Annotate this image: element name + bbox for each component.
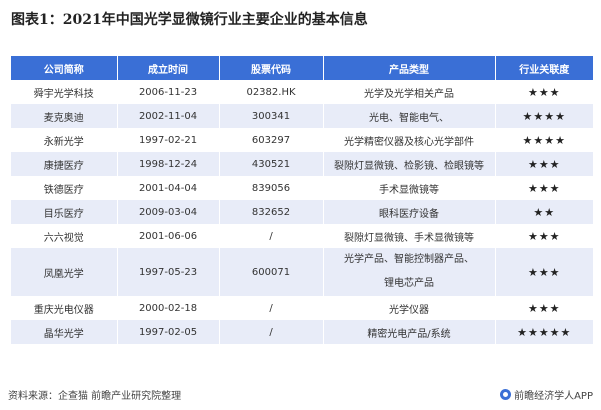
cell-founded: 2002-11-04 (117, 104, 220, 128)
cell-company: 康捷医疗 (11, 152, 118, 176)
cell-company: 六六视觉 (11, 224, 118, 248)
cell-relevance: ★★★★★ (495, 320, 593, 344)
cell-founded: 2009-03-04 (117, 200, 220, 224)
cell-relevance: ★★★★ (495, 104, 593, 128)
cell-product-type: 手术显微镜等 (323, 176, 496, 200)
cell-founded: 2001-04-04 (117, 176, 220, 200)
cell-product-type: 光学及光学相关产品 (323, 80, 496, 104)
table-row: 六六视觉 2001-06-06/裂隙灯显微镜、手术显微镜等 ★★★ (11, 224, 593, 248)
cell-company: 晶华光学 (11, 320, 118, 344)
cell-product-type: 光电、智能电气、 (323, 104, 496, 128)
cell-product-type: 裂隙灯显微镜、检影镜、检眼镜等 (323, 152, 496, 176)
table-row: 舜宇光学科技 2006-11-23 02382.HK 光学及光学相关产品 ★★★ (11, 80, 593, 104)
cell-stock-code: 839056 (219, 176, 324, 200)
table-header-row: 公司简称 成立时间 股票代码 产品类型 行业关联度 (11, 56, 593, 80)
cell-company: 重庆光电仪器 (11, 296, 118, 320)
header-stock-code: 股票代码 (219, 56, 324, 80)
cell-stock-code: 430521 (219, 152, 324, 176)
cell-founded: 2000-02-18 (117, 296, 220, 320)
cell-product-type: 眼科医疗设备 (323, 200, 496, 224)
brand-name: 前瞻经济学人APP (514, 391, 593, 402)
cell-founded: 1997-02-05 (117, 320, 220, 344)
brand: 前瞻经济学人APP (500, 387, 593, 402)
cell-stock-code: / (219, 296, 324, 320)
cell-relevance: ★★★ (495, 248, 593, 296)
cell-relevance: ★★★ (495, 296, 593, 320)
header-relevance: 行业关联度 (495, 56, 593, 80)
cell-product-type: 裂隙灯显微镜、手术显微镜等 (323, 224, 496, 248)
table-row: 麦克奥迪 2002-11-04 300341 光电、智能电气、 ★★★★ (11, 104, 593, 128)
brand-logo-icon (500, 389, 512, 400)
cell-founded: 2001-06-06 (117, 224, 220, 248)
header-product-type: 产品类型 (323, 56, 496, 80)
cell-company: 永新光学 (11, 128, 118, 152)
table-row: 康捷医疗 1998-12-24 430521 裂隙灯显微镜、检影镜、检眼镜等 ★★★ (11, 152, 593, 176)
table-row: 目乐医疗 2009-03-04 832652 眼科医疗设备 ★★ (11, 200, 593, 224)
cell-relevance: ★★★ (495, 224, 593, 248)
table-row: 永新光学 1997-02-21 603297 光学精密仪器及核心光学部件 ★★★★ (11, 128, 593, 152)
cell-founded: 1997-02-21 (117, 128, 220, 152)
header-founded: 成立时间 (117, 56, 220, 80)
header-company: 公司简称 (11, 56, 118, 80)
cell-relevance: ★★★★ (495, 128, 593, 152)
cell-product-type: 光学产品、智能控制器产品、 锂电芯产品 (323, 248, 496, 296)
product-line-2: 锂电芯产品 (384, 278, 434, 289)
chart-title: 图表1：2021年中国光学显微镜行业主要企业的基本信息 (11, 12, 368, 28)
cell-company: 凤凰光学 (11, 248, 118, 296)
cell-stock-code: / (219, 224, 324, 248)
cell-company: 舜宇光学科技 (11, 80, 118, 104)
cell-relevance: ★★★ (495, 152, 593, 176)
cell-product-type: 精密光电产品/系统 (323, 320, 496, 344)
table-row: 重庆光电仪器 2000-02-18/光学仪器 ★★★ (11, 296, 593, 320)
cell-stock-code: 603297 (219, 128, 324, 152)
cell-stock-code: 300341 (219, 104, 324, 128)
table-row: 铁德医疗 2001-04-04 839056 手术显微镜等 ★★★ (11, 176, 593, 200)
cell-product-type: 光学精密仪器及核心光学部件 (323, 128, 496, 152)
cell-product-type: 光学仪器 (323, 296, 496, 320)
cell-company: 目乐医疗 (11, 200, 118, 224)
cell-relevance: ★★★ (495, 80, 593, 104)
cell-founded: 1997-05-23 (117, 248, 220, 296)
company-table: 公司简称 成立时间 股票代码 产品类型 行业关联度 舜宇光学科技 2006-11-… (11, 56, 593, 344)
source-note: 资料来源：企查猫 前瞻产业研究院整理 (8, 391, 182, 402)
cell-stock-code: / (219, 320, 324, 344)
cell-stock-code: 02382.HK (219, 80, 324, 104)
table-row: 晶华光学 1997-02-05/精密光电产品/系统 ★★★★★ (11, 320, 593, 344)
cell-stock-code: 600071 (219, 248, 324, 296)
cell-relevance: ★★★ (495, 176, 593, 200)
cell-founded: 2006-11-23 (117, 80, 220, 104)
cell-stock-code: 832652 (219, 200, 324, 224)
cell-company: 铁德医疗 (11, 176, 118, 200)
product-line-1: 光学产品、智能控制器产品、 (344, 254, 474, 265)
cell-company: 麦克奥迪 (11, 104, 118, 128)
table-row: 凤凰光学 1997-05-23 600071 光学产品、智能控制器产品、 锂电芯产品 ★★… (11, 248, 593, 296)
cell-founded: 1998-12-24 (117, 152, 220, 176)
cell-relevance: ★★ (495, 200, 593, 224)
